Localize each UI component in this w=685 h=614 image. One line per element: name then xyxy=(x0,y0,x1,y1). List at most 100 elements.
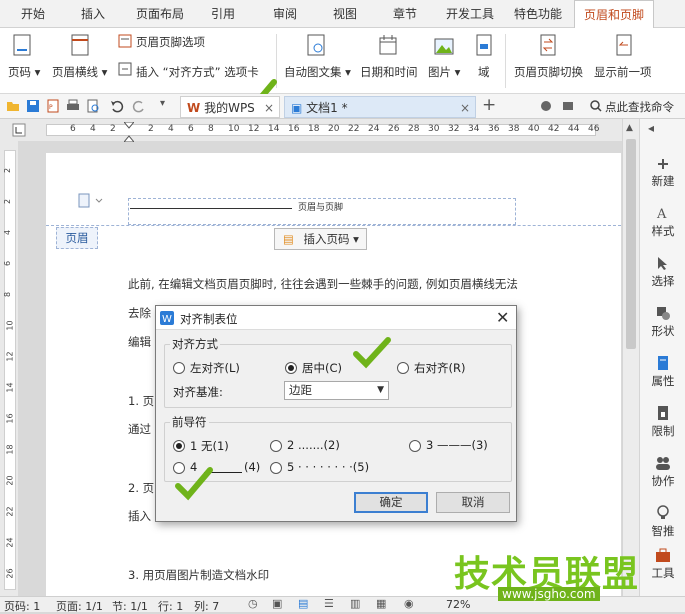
find-command-input[interactable]: 点此查找命令 xyxy=(605,99,674,115)
toolbar-tool-icon[interactable] xyxy=(562,100,574,112)
side-panel: ◂ 新建 A 样式 选择 形状 属性 限制 协作 智推 工具 xyxy=(639,119,685,596)
ruler-tick-label: 32 xyxy=(448,124,460,134)
vertical-ruler-tick-label: 4 xyxy=(3,229,13,236)
page-options-icon[interactable] xyxy=(78,193,104,209)
undo-icon[interactable] xyxy=(110,99,124,113)
side-shape-button[interactable]: 形状 xyxy=(640,305,685,339)
ruler-tick-label: 30 xyxy=(428,124,440,134)
eye-protect-icon[interactable]: ◉ xyxy=(404,597,414,610)
indent-marker-icon[interactable] xyxy=(124,122,134,142)
insert-page-number-button[interactable]: ▤ 插入页码 ▾ xyxy=(274,228,367,250)
tab-developer[interactable]: 开发工具 xyxy=(440,0,500,28)
page-number-icon: ▤ xyxy=(283,232,294,246)
tab-my-wps[interactable]: W 我的WPS × xyxy=(180,96,280,118)
ruler-tick-label: 20 xyxy=(328,124,340,134)
side-new-button[interactable]: 新建 xyxy=(640,155,685,189)
customize-dropdown-icon[interactable]: ▾ xyxy=(160,98,165,109)
leader-3-label[interactable]: 3 ———(3) xyxy=(426,438,488,452)
leader-5-label[interactable]: 5 · · · · · · · ·(5) xyxy=(287,460,369,474)
align-base-select[interactable]: 边距 ▼ xyxy=(284,381,389,400)
open-folder-icon[interactable] xyxy=(6,99,20,113)
track-icon[interactable]: ◷ xyxy=(248,597,258,610)
paragraph: 通过 xyxy=(128,422,151,436)
align-right-radio[interactable] xyxy=(397,362,409,374)
leader-3-radio[interactable] xyxy=(409,440,421,452)
dialog-title: 对齐制表位 xyxy=(180,312,238,326)
restrict-icon xyxy=(658,406,668,420)
side-properties-button[interactable]: 属性 xyxy=(640,355,685,389)
align-center-radio[interactable] xyxy=(285,362,297,374)
header-footer-options-button[interactable]: 页眉页脚选项 xyxy=(136,34,205,50)
tab-references[interactable]: 引用 xyxy=(200,0,246,28)
ok-button[interactable]: 确定 xyxy=(354,492,428,513)
close-icon[interactable]: ✕ xyxy=(496,308,509,327)
fit-icon[interactable]: ▣ xyxy=(272,597,282,610)
document-icon: ▣ xyxy=(291,101,303,115)
leader-5-radio[interactable] xyxy=(270,462,282,474)
toolbar-tool-icon[interactable] xyxy=(540,100,552,112)
side-restrict-button[interactable]: 限制 xyxy=(640,405,685,439)
align-center-label[interactable]: 居中(C) xyxy=(302,360,342,376)
ruler-ticks: 6 4 2 2 4 6 8 10 12 14 16 18 20 22 24 26 28 30 32 34 36 38 40 4… xyxy=(0,124,622,136)
read-view-icon[interactable]: ▥ xyxy=(350,597,360,610)
print-icon[interactable] xyxy=(66,99,80,113)
leader-2-label[interactable]: 2 .......(2) xyxy=(287,438,340,452)
scrollbar-thumb[interactable] xyxy=(626,139,636,349)
tab-document1[interactable]: ▣ 文档1 * × xyxy=(284,96,476,118)
tab-view[interactable]: 视图 xyxy=(322,0,368,28)
tab-features[interactable]: 特色功能 xyxy=(508,0,568,28)
print-preview-icon[interactable] xyxy=(86,99,100,113)
side-style-button[interactable]: A 样式 xyxy=(640,205,685,239)
tab-review[interactable]: 审阅 xyxy=(262,0,308,28)
leader-group-label: 前导符 xyxy=(170,414,209,430)
tab-header-footer[interactable]: 页眉和页脚 xyxy=(574,0,654,28)
vertical-ruler-tick-label: 6 xyxy=(3,260,13,267)
scroll-up-icon[interactable]: ▲ xyxy=(626,123,633,133)
cancel-button[interactable]: 取消 xyxy=(436,492,510,513)
field-button[interactable]: 域 xyxy=(478,64,490,80)
outline-view-icon[interactable]: ☰ xyxy=(324,597,334,610)
tab-stop-selector-icon[interactable] xyxy=(12,123,26,137)
dropdown-arrow-icon: ▼ xyxy=(377,385,384,395)
page-number-button[interactable]: 页码 ▾ xyxy=(8,64,40,80)
ruler-tick-label: 36 xyxy=(488,124,500,134)
ruler-tick-label: 46 xyxy=(588,124,600,134)
redo-icon[interactable] xyxy=(132,99,146,113)
leader-1-label[interactable]: 1 无(1) xyxy=(190,438,229,454)
ruler-tick-label: 4 xyxy=(90,124,96,134)
collapse-panel-icon[interactable]: ◂ xyxy=(648,121,654,135)
tab-chapter[interactable]: 章节 xyxy=(382,0,428,28)
tab-start[interactable]: 开始 xyxy=(8,0,58,28)
web-view-icon[interactable]: ▦ xyxy=(376,597,386,610)
align-left-label[interactable]: 左对齐(L) xyxy=(190,360,240,376)
header-badge: 页眉 xyxy=(56,227,98,249)
align-right-label[interactable]: 右对齐(R) xyxy=(414,360,465,376)
vertical-ruler-tick-label: 14 xyxy=(5,382,15,393)
header-line-button[interactable]: 页眉横线 ▾ xyxy=(52,64,107,80)
picture-button[interactable]: 图片 ▾ xyxy=(428,64,460,80)
wps-app-icon: W xyxy=(160,311,174,325)
header-footer-switch-button[interactable]: 页眉页脚切换 xyxy=(514,64,583,80)
side-smart-push-button[interactable]: 智推 xyxy=(640,505,685,539)
tab-insert[interactable]: 插入 xyxy=(70,0,116,28)
show-previous-button[interactable]: 显示前一项 xyxy=(594,64,652,80)
close-tab-icon[interactable]: × xyxy=(460,97,470,119)
leader-4-suffix[interactable]: (4) xyxy=(244,460,260,474)
green-check-mark-icon xyxy=(353,337,391,369)
paragraph: 去除 xyxy=(128,306,151,320)
export-pdf-icon[interactable]: P xyxy=(46,99,60,113)
leader-2-radio[interactable] xyxy=(270,440,282,452)
side-select-button[interactable]: 选择 xyxy=(640,255,685,289)
vertical-scrollbar[interactable]: ▲ xyxy=(622,119,639,596)
page-view-icon[interactable]: ▤ xyxy=(298,597,308,610)
side-collab-button[interactable]: 协作 xyxy=(640,455,685,489)
tab-page-layout[interactable]: 页面布局 xyxy=(130,0,190,28)
auto-text-button[interactable]: 自动图文集 ▾ xyxy=(284,64,351,80)
leader-1-radio[interactable] xyxy=(173,440,185,452)
new-tab-icon[interactable]: + xyxy=(482,95,496,115)
close-tab-icon[interactable]: × xyxy=(264,97,274,119)
align-left-radio[interactable] xyxy=(173,362,185,374)
save-icon[interactable] xyxy=(26,99,40,113)
date-time-button[interactable]: 日期和时间 xyxy=(360,64,418,80)
new-icon xyxy=(658,159,668,169)
